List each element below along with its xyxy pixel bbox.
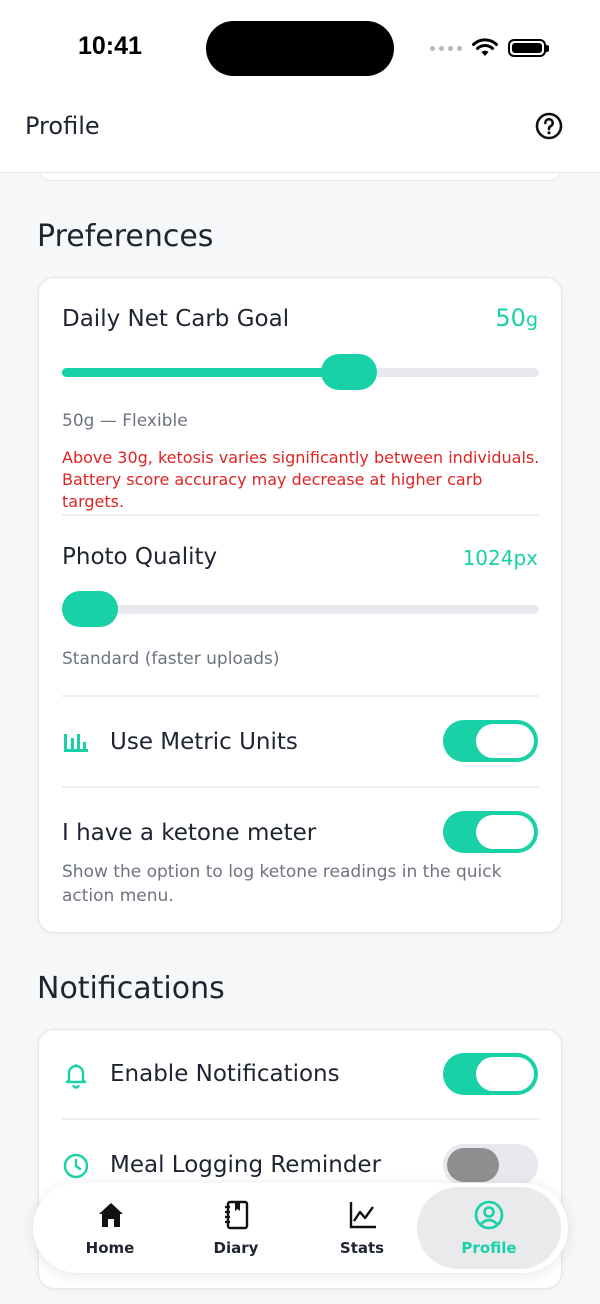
nav-home[interactable]: Home <box>47 1183 173 1273</box>
diary-icon <box>225 1200 249 1230</box>
metric-units-toggle[interactable] <box>443 720 538 762</box>
preferences-card: Daily Net Carb Goal 50g 50g — Flexible A… <box>38 277 562 933</box>
status-time: 10:41 <box>78 32 142 60</box>
photo-quality-slider[interactable] <box>62 591 539 627</box>
photo-quality-value: 1024px <box>462 546 538 570</box>
ketone-meter-label: I have a ketone meter <box>62 820 317 846</box>
bar-chart-icon <box>64 734 88 752</box>
metric-units-label: Use Metric Units <box>110 729 298 755</box>
ketone-meter-toggle[interactable] <box>443 811 538 853</box>
divider <box>62 514 539 516</box>
nav-stats-label: Stats <box>339 1239 385 1257</box>
divider <box>62 695 539 697</box>
wifi-icon <box>472 38 498 56</box>
photo-quality-label: Photo Quality <box>62 544 218 570</box>
meal-reminder-label: Meal Logging Reminder <box>110 1152 382 1178</box>
top-bar: 10:41 Profile <box>0 0 600 173</box>
carb-goal-warning: Above 30g, ketosis varies significantly … <box>62 448 540 511</box>
page-title: Profile <box>25 112 100 140</box>
preferences-section-title: Preferences <box>37 219 214 254</box>
nav-diary[interactable]: Diary <box>173 1183 299 1273</box>
enable-notifications-toggle[interactable] <box>443 1053 538 1095</box>
clock-icon <box>63 1153 89 1179</box>
toggle-knob <box>476 1057 534 1091</box>
nav-stats[interactable]: Stats <box>299 1183 425 1273</box>
carb-goal-label: Daily Net Carb Goal <box>62 306 290 332</box>
carb-goal-slider-thumb[interactable] <box>321 354 377 390</box>
nav-home-label: Home <box>85 1239 135 1257</box>
carb-goal-value: 50g <box>495 304 538 332</box>
home-icon <box>99 1203 123 1227</box>
carb-goal-caption: 50g — Flexible <box>62 411 188 431</box>
meal-reminder-toggle[interactable] <box>443 1144 538 1186</box>
profile-icon <box>474 1200 504 1230</box>
divider <box>62 1118 539 1120</box>
bottom-nav: Home Diary Stats Profile <box>33 1183 568 1273</box>
notifications-section-title: Notifications <box>37 971 225 1006</box>
nav-profile-label: Profile <box>461 1239 517 1257</box>
photo-quality-slider-thumb[interactable] <box>62 591 118 627</box>
status-icons <box>430 36 549 60</box>
divider <box>62 786 539 788</box>
dynamic-island <box>206 21 394 76</box>
carb-goal-slider[interactable] <box>62 354 539 390</box>
ketone-meter-description: Show the option to log ketone readings i… <box>62 862 502 906</box>
stats-icon <box>349 1202 376 1229</box>
enable-notifications-label: Enable Notifications <box>110 1061 340 1087</box>
nav-diary-label: Diary <box>213 1239 259 1257</box>
carb-goal-slider-fill <box>62 368 348 377</box>
bell-icon <box>65 1064 87 1089</box>
help-icon[interactable] <box>535 112 563 140</box>
nav-profile[interactable]: Profile <box>417 1187 561 1269</box>
photo-quality-caption: Standard (faster uploads) <box>62 649 280 669</box>
toggle-knob <box>476 724 534 758</box>
previous-card <box>38 173 562 181</box>
battery-icon <box>508 39 549 57</box>
toggle-knob <box>476 815 534 849</box>
cellular-signal-icon <box>430 45 462 51</box>
toggle-knob <box>447 1148 499 1182</box>
scroll-area[interactable]: Preferences Daily Net Carb Goal 50g 50g … <box>0 173 600 1304</box>
